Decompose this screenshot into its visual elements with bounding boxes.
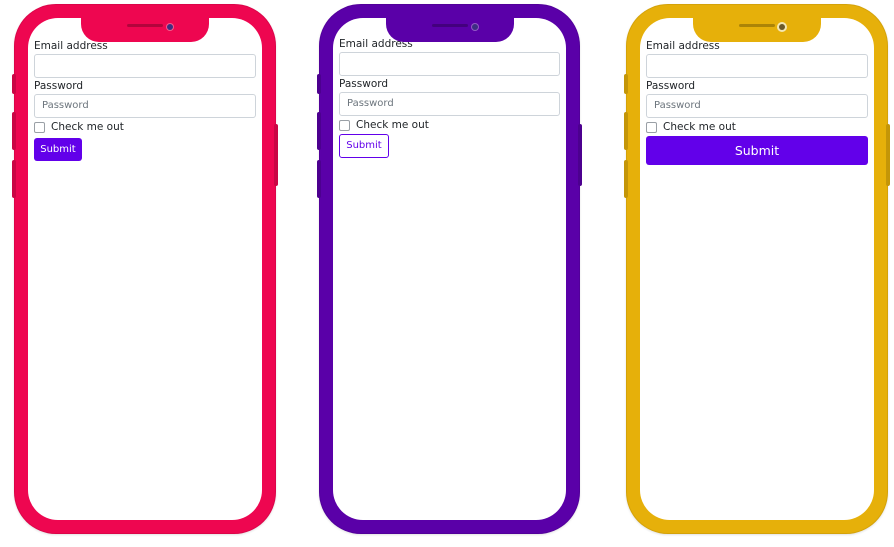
password-field[interactable]: Password	[34, 94, 256, 118]
phone-screen: Email address Password Password Check me…	[333, 18, 566, 520]
mute-switch	[624, 74, 628, 94]
remember-row: Check me out	[34, 121, 256, 133]
volume-down-button	[624, 160, 628, 198]
login-form: Email address Password Password Check me…	[339, 38, 560, 158]
volume-down-button	[317, 160, 321, 198]
email-field[interactable]	[339, 52, 560, 76]
check-me-out-checkbox[interactable]	[34, 121, 45, 133]
phone-notch	[81, 10, 209, 42]
password-field[interactable]: Password	[646, 94, 868, 118]
volume-up-button	[624, 112, 628, 150]
volume-down-button	[12, 160, 16, 198]
submit-button[interactable]: Submit	[646, 136, 868, 165]
email-field[interactable]	[34, 54, 256, 78]
mute-switch	[317, 74, 321, 94]
camera-dot-icon	[471, 24, 478, 30]
submit-button[interactable]: Submit	[339, 134, 389, 158]
power-button	[886, 124, 890, 186]
email-field[interactable]	[646, 54, 868, 78]
speaker-slit-icon	[127, 24, 163, 27]
password-label: Password	[339, 78, 389, 90]
phone-notch	[385, 10, 514, 42]
password-field[interactable]: Password	[339, 92, 560, 116]
mute-switch	[12, 74, 16, 94]
check-me-out-label: Check me out	[51, 121, 124, 133]
speaker-slit-icon	[739, 24, 775, 27]
camera-dot-icon	[167, 24, 173, 30]
speaker-slit-icon	[431, 24, 468, 27]
submit-button[interactable]: Submit	[34, 138, 82, 161]
check-me-out-checkbox[interactable]	[339, 119, 350, 131]
phone-screen: Email address Password Password Check me…	[28, 18, 262, 520]
phone-screen: Email address Password Password Check me…	[640, 18, 874, 520]
password-label: Password	[646, 80, 696, 92]
check-me-out-label: Check me out	[356, 119, 429, 131]
volume-up-button	[317, 112, 321, 150]
check-me-out-checkbox[interactable]	[646, 121, 657, 133]
login-form: Email address Password Password Check me…	[34, 40, 256, 161]
phone-mockup-pink: Email address Password Password Check me…	[12, 4, 278, 534]
login-form: Email address Password Password Check me…	[646, 40, 868, 165]
check-me-out-label: Check me out	[663, 121, 736, 133]
password-label: Password	[34, 80, 84, 92]
power-button	[578, 124, 582, 186]
phone-mockup-yellow: Email address Password Password Check me…	[624, 4, 890, 534]
phone-notch	[693, 10, 821, 42]
phone-mockup-purple: Email address Password Password Check me…	[317, 4, 582, 534]
camera-dot-icon	[779, 24, 785, 30]
power-button	[274, 124, 278, 186]
volume-up-button	[12, 112, 16, 150]
remember-row: Check me out	[339, 119, 560, 131]
remember-row: Check me out	[646, 121, 868, 133]
